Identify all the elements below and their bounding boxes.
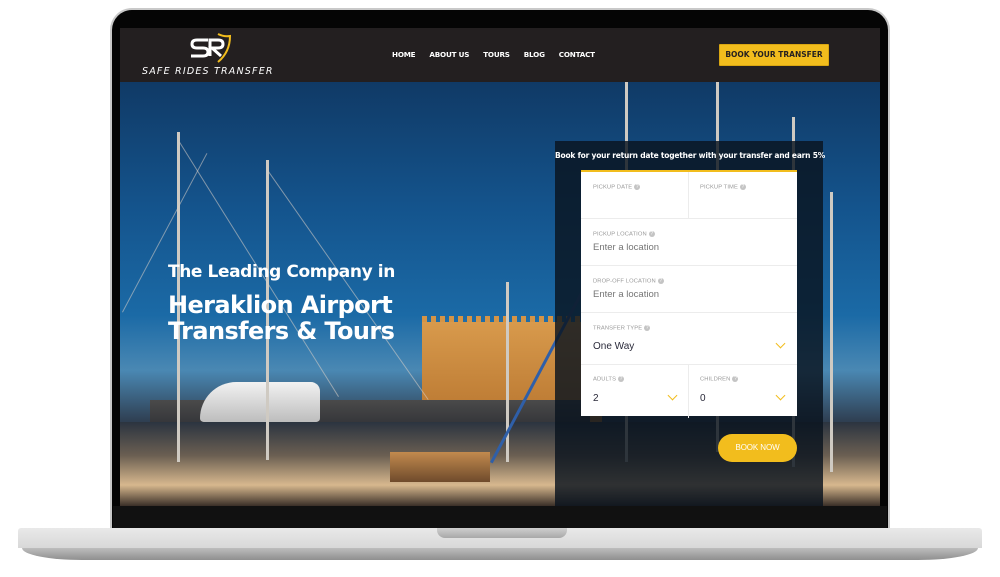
pickup-location-field: PICKUP LOCATION?: [581, 219, 797, 266]
adults-label: ADULTS?: [593, 376, 625, 383]
dropoff-location-label: DROP-OFF LOCATION?: [593, 278, 664, 285]
pickup-location-input[interactable]: [593, 242, 773, 253]
hero-bg-rigging: [267, 170, 429, 400]
site-header: Safe Rides Transfer HOME ABOUT US TOURS …: [120, 28, 880, 82]
hero-title-line2: Transfers & Tours: [168, 317, 395, 345]
dropoff-location-input[interactable]: [593, 289, 773, 300]
book-now-button[interactable]: BOOK NOW: [718, 434, 797, 462]
hero-bg-rigging: [122, 153, 208, 313]
help-icon[interactable]: ?: [618, 376, 625, 382]
logo-text: Safe Rides Transfer: [142, 66, 274, 77]
hero-bg-mast: [830, 192, 833, 472]
children-select[interactable]: CHILDREN? 0: [689, 365, 797, 418]
laptop-base-bottom: [22, 548, 978, 560]
children-value: 0: [700, 393, 706, 404]
transfer-type-value: One Way: [593, 341, 635, 352]
help-icon[interactable]: ?: [732, 376, 739, 382]
nav-about-us[interactable]: ABOUT US: [429, 50, 469, 59]
hero-title-line1: Heraklion Airport: [168, 291, 393, 319]
logo-shield-icon: [190, 33, 232, 63]
pickup-time-label: PICKUP TIME?: [700, 184, 746, 191]
dropoff-location-field: DROP-OFF LOCATION?: [581, 266, 797, 313]
laptop-chin: [113, 506, 887, 530]
pickup-date-label-text: PICKUP DATE: [593, 184, 633, 191]
booking-promo-text: Book for your return date together with …: [555, 151, 826, 160]
transfer-type-label-text: TRANSFER TYPE: [593, 325, 643, 332]
children-label-text: CHILDREN: [700, 376, 731, 383]
help-icon[interactable]: ?: [634, 184, 641, 190]
pickup-location-label: PICKUP LOCATION?: [593, 231, 655, 238]
nav-home[interactable]: HOME: [392, 50, 416, 59]
chevron-down-icon: [667, 390, 678, 401]
transfer-type-label: TRANSFER TYPE?: [593, 325, 651, 332]
screen: Safe Rides Transfer HOME ABOUT US TOURS …: [120, 28, 880, 506]
pickup-time-input[interactable]: [700, 198, 790, 209]
adults-select[interactable]: ADULTS? 2: [581, 365, 688, 418]
nav-tours[interactable]: TOURS: [483, 50, 510, 59]
help-icon[interactable]: ?: [739, 184, 746, 190]
field-divider: [688, 172, 689, 219]
laptop-notch: [437, 528, 567, 538]
dropoff-location-label-text: DROP-OFF LOCATION: [593, 278, 656, 285]
logo[interactable]: Safe Rides Transfer: [142, 32, 282, 80]
transfer-type-select[interactable]: TRANSFER TYPE? One Way: [581, 313, 797, 365]
pickup-location-label-text: PICKUP LOCATION: [593, 231, 647, 238]
chevron-down-icon: [775, 338, 786, 349]
main-nav: HOME ABOUT US TOURS BLOG CONTACT: [392, 50, 609, 59]
nav-contact[interactable]: CONTACT: [559, 50, 595, 59]
adults-label-text: ADULTS: [593, 376, 617, 383]
booking-form: PICKUP DATE? PICKUP TIME? PICKUP LOCATIO…: [581, 170, 797, 418]
chevron-down-icon: [775, 390, 786, 401]
pickup-time-label-text: PICKUP TIME: [700, 184, 738, 191]
nav-blog[interactable]: BLOG: [524, 50, 545, 59]
help-icon[interactable]: ?: [644, 325, 651, 331]
book-your-transfer-button[interactable]: BOOK YOUR TRANSFER: [719, 44, 829, 66]
pickup-date-label: PICKUP DATE?: [593, 184, 641, 191]
date-time-row: PICKUP DATE? PICKUP TIME?: [581, 172, 797, 219]
hero-bg-boat: [200, 382, 320, 422]
hero-bg-boat: [390, 452, 490, 482]
hero-subtitle: The Leading Company in: [168, 262, 395, 282]
pickup-date-input[interactable]: [593, 198, 683, 209]
help-icon[interactable]: ?: [648, 231, 655, 237]
help-icon[interactable]: ?: [657, 278, 664, 284]
children-label: CHILDREN?: [700, 376, 739, 383]
adults-value: 2: [593, 393, 599, 404]
hero-title: Heraklion Airport Transfers & Tours: [168, 291, 395, 345]
